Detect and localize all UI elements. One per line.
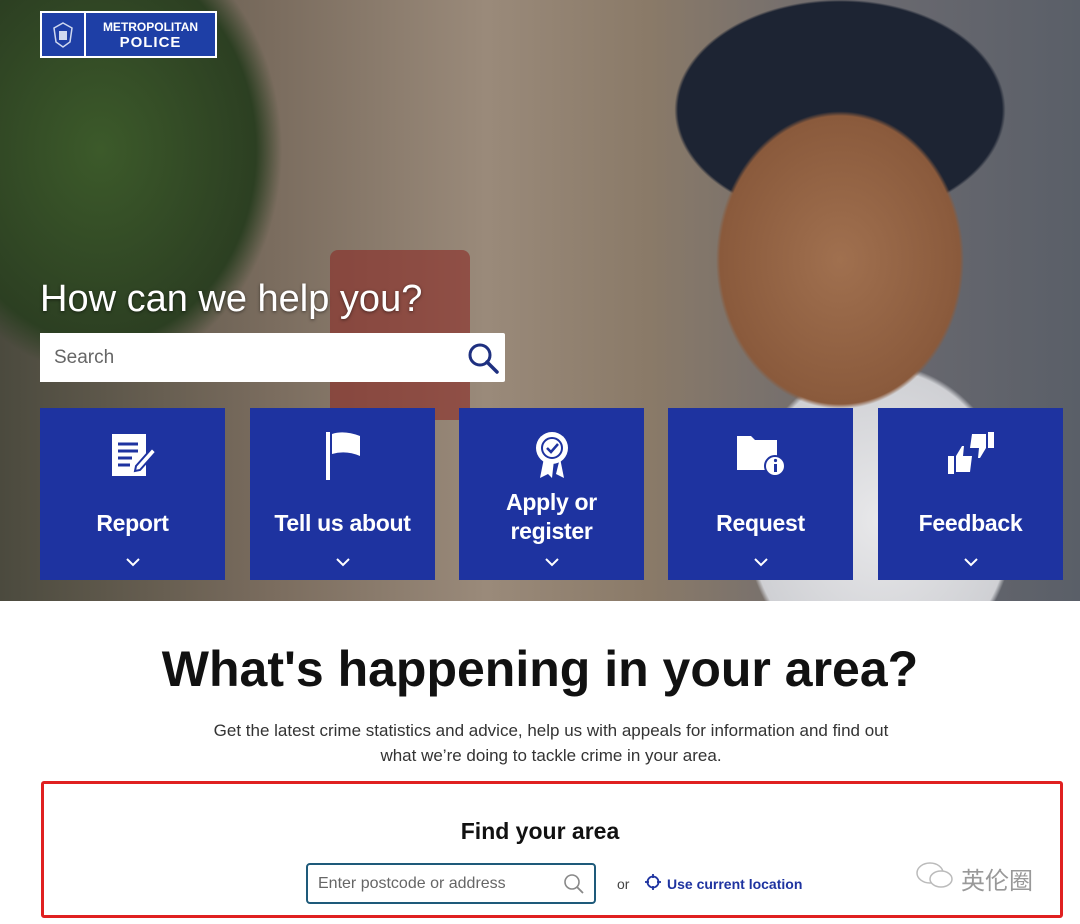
folder-info-icon <box>735 430 787 493</box>
chevron-down-icon <box>125 554 140 572</box>
logo-line2: POLICE <box>119 33 182 51</box>
tile-label: Tell us about <box>274 509 411 536</box>
tile-apply-or-register[interactable]: Apply or register <box>459 408 644 580</box>
search-icon[interactable] <box>554 873 594 895</box>
flag-icon <box>320 430 366 493</box>
wechat-icon <box>915 860 955 897</box>
tile-label: Request <box>716 509 805 536</box>
logo-line1: METROPOLITAN <box>102 19 199 34</box>
or-label: or <box>617 876 630 892</box>
search-icon[interactable] <box>461 341 505 375</box>
site-search <box>40 333 505 382</box>
met-police-logo[interactable]: METROPOLITAN POLICE <box>40 11 217 58</box>
area-intro: Get the latest crime statistics and advi… <box>213 721 889 765</box>
chevron-down-icon <box>963 554 978 572</box>
location-label: Use current location <box>667 875 803 892</box>
tile-tell-us-about[interactable]: Tell us about <box>250 408 435 580</box>
badge-rosette-icon <box>532 430 572 480</box>
crosshair-icon <box>645 874 661 893</box>
area-heading: What's happening in your area? <box>161 641 919 697</box>
watermark-text: 英伦圈 <box>961 868 1033 895</box>
chevron-down-icon <box>544 554 559 572</box>
postcode-search <box>306 863 596 904</box>
thumbs-up-down-icon <box>944 430 998 493</box>
chevron-down-icon <box>335 554 350 572</box>
tile-label: Report <box>96 509 169 536</box>
crest-icon <box>42 13 86 56</box>
tile-label: Feedback <box>918 509 1023 536</box>
tile-report[interactable]: Report <box>40 408 225 580</box>
watermark: 英伦圈 <box>915 860 1033 897</box>
postcode-input[interactable] <box>308 874 554 893</box>
tile-feedback[interactable]: Feedback <box>878 408 1063 580</box>
hero-title: How can we help you? <box>40 278 423 320</box>
search-input[interactable] <box>40 333 461 382</box>
hero-banner: METROPOLITAN POLICE How can we help you?… <box>0 0 1080 601</box>
tile-request[interactable]: Request <box>668 408 853 580</box>
use-current-location-link[interactable]: Use current location <box>645 874 802 893</box>
chevron-down-icon <box>753 554 768 572</box>
tile-label: Apply or register <box>506 489 597 544</box>
find-area-title: Find your area <box>460 818 620 844</box>
report-document-icon <box>108 430 158 493</box>
